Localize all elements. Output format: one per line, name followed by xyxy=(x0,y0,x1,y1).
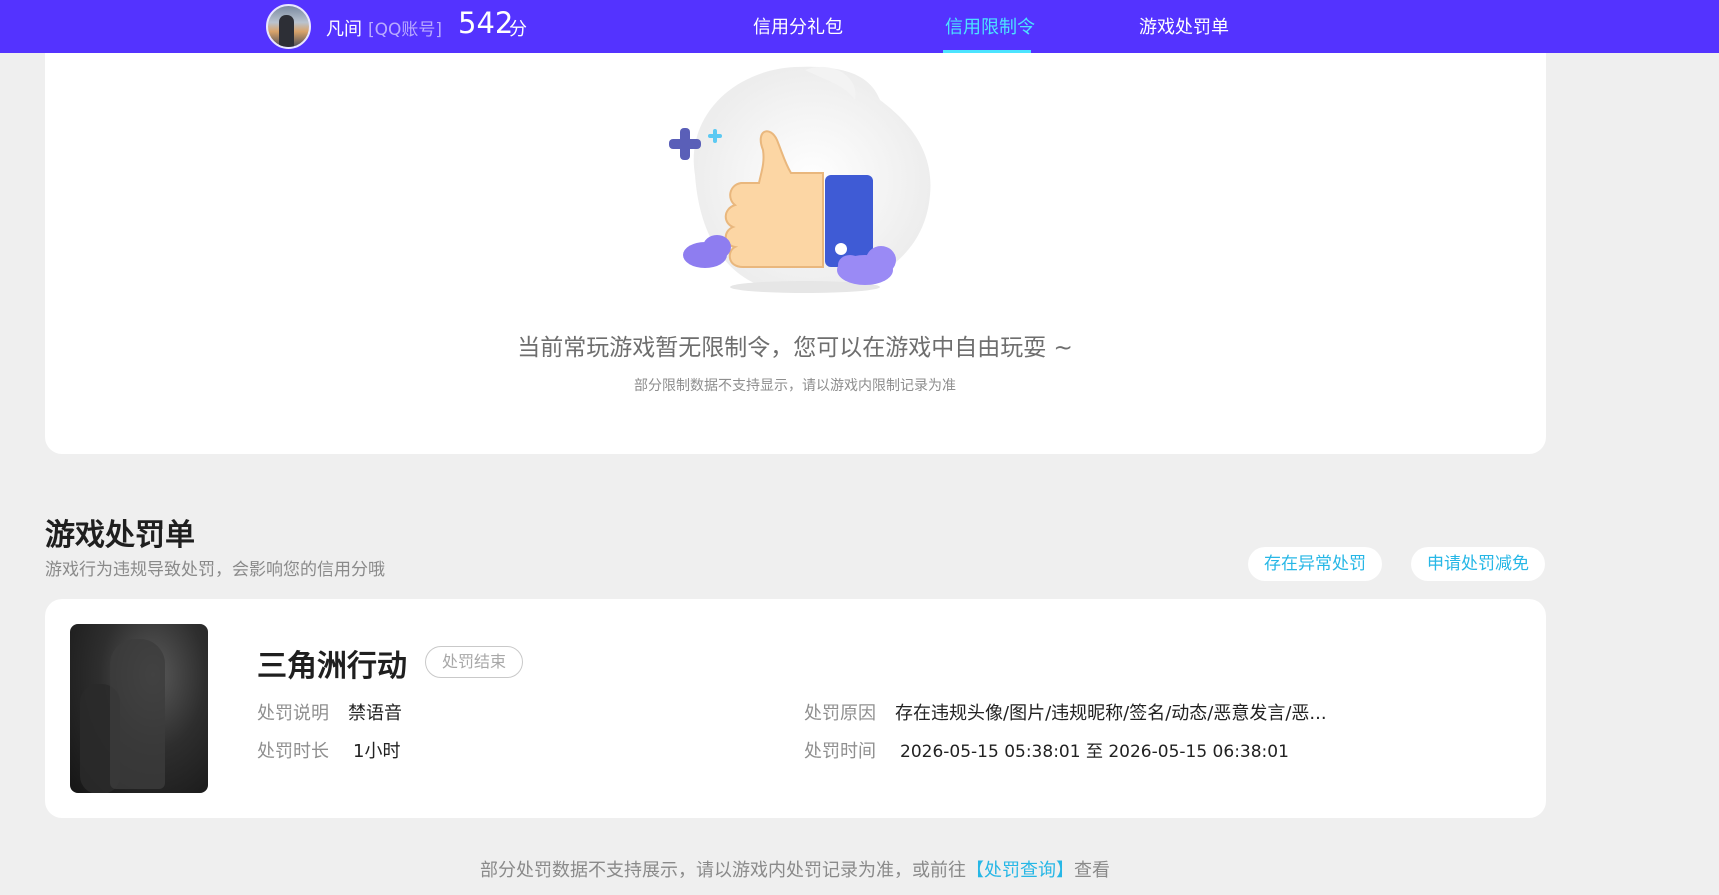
penalty-section-description: 游戏行为违规导致处罚，会影响您的信用分哦 xyxy=(45,560,385,580)
penalty-reason-label: 处罚原因 xyxy=(804,703,876,724)
thumbs-up-illustration xyxy=(669,66,931,294)
penalty-time-value: 2026-05-15 05:38:01 至 2026-05-15 06:38:0… xyxy=(900,742,1289,762)
top-nav-bar: 凡间 [QQ账号] 542 分 信用分礼包 信用限制令 游戏处罚单 xyxy=(0,0,1719,53)
footer-note-suffix: 查看 xyxy=(1074,860,1110,881)
game-name: 三角洲行动 xyxy=(257,649,407,684)
nav-tab-credit-gift[interactable]: 信用分礼包 xyxy=(753,13,843,39)
penalty-query-link[interactable]: 【处罚查询】 xyxy=(966,860,1074,881)
user-avatar[interactable] xyxy=(266,4,311,49)
penalty-duration-label: 处罚时长 xyxy=(257,741,329,762)
no-restriction-message: 当前常玩游戏暂无限制令，您可以在游戏中自由玩耍 ~ xyxy=(517,335,1073,361)
nav-tab-game-penalty[interactable]: 游戏处罚单 xyxy=(1139,13,1229,39)
credit-score: 542 xyxy=(458,6,514,40)
footer-note-text: 部分处罚数据不支持展示，请以游戏内处罚记录为准，或前往 xyxy=(480,860,966,881)
abnormal-penalty-button[interactable]: 存在异常处罚 xyxy=(1248,547,1382,581)
active-tab-indicator xyxy=(943,50,1031,53)
game-cover-image xyxy=(70,624,208,793)
penalty-status-badge: 处罚结束 xyxy=(425,646,524,678)
penalty-section-title: 游戏处罚单 xyxy=(45,518,195,553)
apply-penalty-reduction-button[interactable]: 申请处罚减免 xyxy=(1411,547,1545,581)
penalty-desc-value: 禁语音 xyxy=(348,703,402,724)
user-name: 凡间 xyxy=(326,19,362,40)
account-type-label: [QQ账号] xyxy=(368,20,443,40)
credit-score-unit: 分 xyxy=(509,19,527,40)
penalty-reason-value: 存在违规头像/图片/违规昵称/签名/动态/恶意发言/恶... xyxy=(895,703,1327,724)
penalty-time-label: 处罚时间 xyxy=(804,741,876,762)
penalty-desc-label: 处罚说明 xyxy=(257,703,329,724)
penalty-duration-value: 1小时 xyxy=(353,741,401,762)
restriction-data-note: 部分限制数据不支持显示，请以游戏内限制记录为准 xyxy=(634,378,956,394)
penalty-card[interactable]: 三角洲行动 处罚结束 处罚说明 禁语音 处罚时长 1小时 处罚原因 存在违规头像… xyxy=(45,599,1546,818)
footer-note: 部分处罚数据不支持展示，请以游戏内处罚记录为准，或前往【处罚查询】查看 xyxy=(0,856,1590,882)
nav-tab-credit-restriction[interactable]: 信用限制令 xyxy=(945,13,1035,39)
